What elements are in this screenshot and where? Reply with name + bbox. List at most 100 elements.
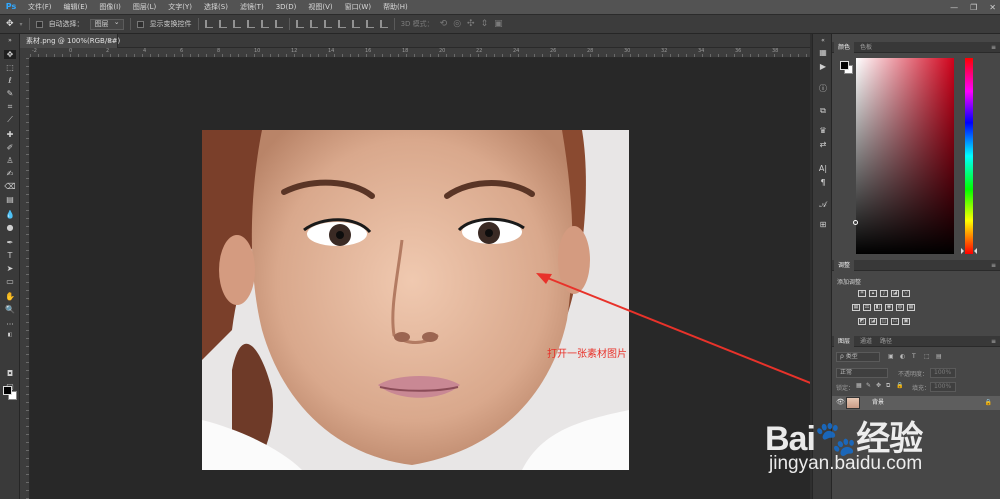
blend-mode-dropdown[interactable]: 正常 <box>836 368 888 378</box>
3d-rotate-icon[interactable]: ⟲ <box>440 19 448 29</box>
more-tools-icon[interactable]: ··· <box>4 320 16 329</box>
gradient-map-icon[interactable]: ▭ <box>891 318 899 325</box>
align-right-icon[interactable] <box>274 20 283 28</box>
pen-tool-icon[interactable]: ✒ <box>4 238 16 247</box>
menu-filter[interactable]: 滤镜(T) <box>234 0 270 14</box>
auto-align-icon[interactable] <box>379 20 388 28</box>
lock-artboard-icon[interactable]: ⧉ <box>886 382 890 390</box>
brush-presets-icon[interactable]: ♛ <box>817 126 829 136</box>
quick-mask-icon[interactable]: ◘ <box>4 369 16 378</box>
invert-icon[interactable]: ◩ <box>858 318 866 325</box>
tab-swatches[interactable]: 色板 <box>856 42 876 53</box>
quick-select-tool-icon[interactable]: ✎ <box>4 89 16 98</box>
align-left-icon[interactable] <box>246 20 255 28</box>
lock-transparency-icon[interactable]: ▦ <box>856 382 862 389</box>
hue-slider[interactable] <box>965 58 973 254</box>
black-white-icon[interactable]: ◧ <box>874 304 882 311</box>
menu-layer[interactable]: 图层(L) <box>127 0 162 14</box>
auto-select-checkbox[interactable] <box>35 20 43 28</box>
3d-slide-icon[interactable]: ⇕ <box>481 19 489 29</box>
default-colors-icon[interactable]: ◧ <box>4 331 16 340</box>
visibility-eye-icon[interactable]: 👁 <box>836 398 845 406</box>
move-tool-icon[interactable]: ✥ <box>4 50 16 59</box>
menu-type[interactable]: 文字(Y) <box>162 0 198 14</box>
canvas-area[interactable] <box>30 58 810 499</box>
type-tool-icon[interactable]: T <box>4 251 16 260</box>
filter-smart-object-icon[interactable]: ▤ <box>936 353 942 360</box>
3d-roll-icon[interactable]: ◎ <box>453 19 461 29</box>
align-vcenter-icon[interactable] <box>218 20 227 28</box>
menu-file[interactable]: 文件(F) <box>22 0 58 14</box>
close-button[interactable]: ✕ <box>989 3 996 12</box>
glyphs-icon[interactable]: 𝒜 <box>817 200 829 210</box>
rectangle-tool-icon[interactable]: ▭ <box>4 277 16 286</box>
photo-filter-icon[interactable]: ◉ <box>885 304 893 311</box>
move-tool-icon[interactable]: ✥ <box>6 19 14 29</box>
menu-window[interactable]: 窗口(W) <box>339 0 377 14</box>
history-icon[interactable]: ▦ <box>817 48 829 58</box>
vibrance-icon[interactable]: ▽ <box>902 290 910 297</box>
distribute-left-icon[interactable] <box>337 20 346 28</box>
levels-icon[interactable]: ▴ <box>869 290 877 297</box>
menu-help[interactable]: 帮助(H) <box>377 0 414 14</box>
lasso-tool-icon[interactable]: ℓ <box>4 76 16 85</box>
filter-pixel-icon[interactable]: ▣ <box>888 353 894 360</box>
panel-menu-icon[interactable]: ≡ <box>991 336 996 347</box>
align-top-icon[interactable] <box>204 20 213 28</box>
layer-kind-filter[interactable]: ρ 类型 <box>836 352 880 362</box>
color-picker-cursor[interactable] <box>853 220 858 225</box>
ruler-origin[interactable] <box>20 48 30 58</box>
tool-preset-dropdown-icon[interactable]: ▾ <box>20 21 23 28</box>
lock-image-icon[interactable]: ✎ <box>866 382 871 389</box>
distribute-hcenter-icon[interactable] <box>351 20 360 28</box>
tab-layers[interactable]: 图层 <box>834 336 855 347</box>
3d-scale-icon[interactable]: ▣ <box>494 19 503 29</box>
lock-all-icon[interactable]: 🔒 <box>896 382 903 389</box>
brush-tool-icon[interactable]: ✐ <box>4 143 16 152</box>
brightness-icon[interactable]: ☀ <box>858 290 866 297</box>
menu-3d[interactable]: 3D(D) <box>270 0 303 14</box>
paragraph-icon[interactable]: ¶ <box>817 178 829 188</box>
clone-stamp-tool-icon[interactable]: ♙ <box>4 156 16 165</box>
color-lookup-icon[interactable]: ▦ <box>907 304 915 311</box>
posterize-icon[interactable]: ◪ <box>869 318 877 325</box>
healing-brush-tool-icon[interactable]: ✚ <box>4 130 16 139</box>
opacity-field[interactable]: 100% <box>930 368 956 378</box>
panel-menu-icon[interactable]: ≡ <box>991 42 996 53</box>
tab-color[interactable]: 颜色 <box>834 42 855 53</box>
crop-tool-icon[interactable]: ⌗ <box>4 102 16 111</box>
lock-position-icon[interactable]: ✥ <box>876 382 881 389</box>
collapse-arrows-icon[interactable]: « <box>817 36 829 46</box>
filter-adjustment-icon[interactable]: ◐ <box>900 353 905 360</box>
hue-saturation-icon[interactable]: ▦ <box>852 304 860 311</box>
collapse-arrows-icon[interactable]: » <box>4 36 16 45</box>
zoom-tool-icon[interactable]: 🔍 <box>4 305 16 314</box>
filter-type-icon[interactable]: T <box>912 353 916 360</box>
panel-menu-icon[interactable]: ≡ <box>991 260 996 271</box>
distribute-top-icon[interactable] <box>295 20 304 28</box>
tab-paths[interactable]: 路径 <box>876 336 896 347</box>
dodge-tool-icon[interactable]: ● <box>4 223 16 232</box>
3d-drag-icon[interactable]: ✣ <box>467 19 475 29</box>
history-brush-tool-icon[interactable]: ✍ <box>4 169 16 178</box>
eraser-tool-icon[interactable]: ⌫ <box>4 182 16 191</box>
path-select-tool-icon[interactable]: ➤ <box>4 264 16 273</box>
eyedropper-tool-icon[interactable]: ⟋ <box>4 115 16 124</box>
align-hcenter-icon[interactable] <box>260 20 269 28</box>
layer-row-background[interactable]: 👁 背景 🔒 <box>832 396 1000 410</box>
color-picker-field[interactable] <box>856 58 954 254</box>
filter-shape-icon[interactable]: ⬚ <box>924 353 930 360</box>
close-tab-icon[interactable]: × <box>107 34 113 48</box>
show-transform-checkbox[interactable] <box>136 20 144 28</box>
menu-view[interactable]: 视图(V) <box>302 0 338 14</box>
brush-settings-icon[interactable]: ⇄ <box>817 140 829 150</box>
exposure-icon[interactable]: ◪ <box>891 290 899 297</box>
auto-select-dropdown[interactable]: 图层 <box>89 18 124 30</box>
hue-slider-handle[interactable] <box>961 248 964 254</box>
selective-color-icon[interactable]: ▣ <box>902 318 910 325</box>
gradient-tool-icon[interactable]: ▤ <box>4 195 16 204</box>
properties-icon[interactable]: ⧉ <box>817 106 829 116</box>
layer-name[interactable]: 背景 <box>872 396 884 410</box>
document-tab[interactable]: 素材.png @ 100%(RGB/8#) × <box>20 34 120 48</box>
fill-field[interactable]: 100% <box>930 382 956 392</box>
